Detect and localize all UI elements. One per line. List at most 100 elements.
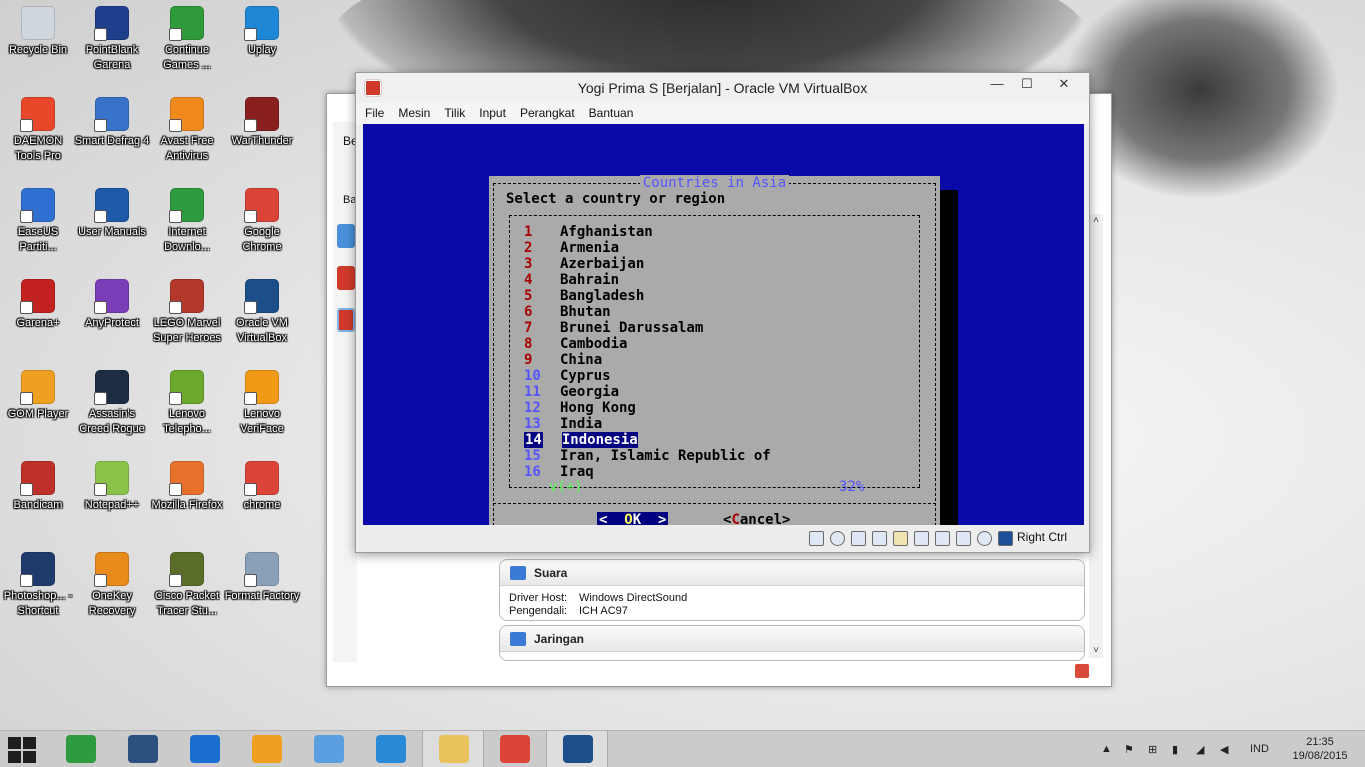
vm-titlebar[interactable]: Yogi Prima S [Berjalan] - Oracle VM Virt…: [356, 73, 1089, 103]
menu-machine[interactable]: Mesin: [391, 103, 437, 124]
country-number: 10: [524, 368, 541, 384]
shortcut-icon: [94, 461, 129, 496]
menu-file[interactable]: File: [356, 103, 391, 124]
shared-folder-icon[interactable]: [893, 531, 908, 546]
video-capture-icon[interactable]: [935, 531, 950, 546]
menu-input[interactable]: Input: [472, 103, 513, 124]
close-button[interactable]: ✕: [1042, 74, 1086, 94]
country-list-item[interactable]: 13 India: [524, 416, 602, 432]
volume-icon[interactable]: ◀: [1220, 743, 1228, 756]
desktop-shortcut[interactable]: Continue Games ...: [149, 6, 225, 73]
taskbar-gom-button[interactable]: [236, 731, 298, 767]
desktop-shortcut[interactable]: Lenovo VeriFace: [224, 370, 300, 437]
vm-display[interactable]: Countries in Asia Select a country or re…: [363, 124, 1084, 525]
maximize-button[interactable]: ☐: [1012, 74, 1042, 94]
audio-panel-header[interactable]: Suara: [500, 560, 1084, 586]
scroll-up-icon[interactable]: ˄: [1089, 214, 1103, 228]
desktop-shortcut[interactable]: Assasin's Creed Rogue: [74, 370, 150, 437]
country-list-item[interactable]: 6 Bhutan: [524, 304, 611, 320]
desktop-shortcut[interactable]: Avast Free Antivirus: [149, 97, 225, 164]
ok-button[interactable]: < OK >: [597, 512, 669, 525]
country-list-item[interactable]: 15 Iran, Islamic Republic of: [524, 448, 771, 464]
country-list-item[interactable]: 1 Afghanistan: [524, 224, 653, 240]
country-list-item[interactable]: 7 Brunei Darussalam: [524, 320, 703, 336]
mouse-integration-icon[interactable]: [977, 531, 992, 546]
action-center-flag-icon[interactable]: ⚑: [1124, 743, 1134, 756]
desktop-shortcut[interactable]: Bandicam: [0, 461, 76, 513]
desktop-shortcut[interactable]: AnyProtect: [74, 279, 150, 331]
country-list-item[interactable]: 9 China: [524, 352, 602, 368]
desktop-shortcut[interactable]: Garena+: [0, 279, 76, 331]
display-icon[interactable]: [914, 531, 929, 546]
desktop-shortcut[interactable]: LEGO Marvel Super Heroes: [149, 279, 225, 346]
usb-icon[interactable]: [872, 531, 887, 546]
desktop-shortcut[interactable]: Photoshop... - Shortcut: [0, 552, 76, 619]
windows-update-icon[interactable]: ⊞: [1148, 743, 1157, 756]
vm-list-item-selected[interactable]: [337, 308, 355, 332]
desktop-shortcut[interactable]: WarThunder: [224, 97, 300, 149]
scroll-down-icon[interactable]: ˅: [1089, 644, 1103, 658]
input-language-indicator[interactable]: IND: [1250, 743, 1269, 755]
desktop-shortcut[interactable]: Smart Defrag 4: [74, 97, 150, 149]
hard-disk-icon[interactable]: [809, 531, 824, 546]
desktop-shortcut[interactable]: chrome: [224, 461, 300, 513]
system-clock[interactable]: 21:35 19/08/2015: [1289, 735, 1351, 763]
vm-list-item[interactable]: [337, 266, 355, 290]
desktop-shortcut[interactable]: Internet Downlo...: [149, 188, 225, 255]
cpu-icon[interactable]: [956, 531, 971, 546]
desktop-shortcut[interactable]: PointBlank Garena: [74, 6, 150, 73]
menu-view[interactable]: Tilik: [437, 103, 472, 124]
taskbar-virtualbox-button[interactable]: [546, 731, 608, 767]
desktop-shortcut[interactable]: Format Factory: [224, 552, 300, 604]
desktop-shortcut[interactable]: Recycle Bin: [0, 6, 76, 58]
taskbar-lenovo-button[interactable]: [112, 731, 174, 767]
windows-start-icon[interactable]: [8, 737, 38, 763]
menu-help[interactable]: Bantuan: [582, 103, 641, 124]
desktop-shortcut[interactable]: Uplay: [224, 6, 300, 58]
shortcut-icon: [169, 552, 204, 587]
taskbar-file-explorer-button[interactable]: [422, 731, 484, 767]
country-list-item[interactable]: 12 Hong Kong: [524, 400, 636, 416]
battery-icon[interactable]: ▮: [1172, 743, 1178, 756]
desktop-shortcut[interactable]: Google Chrome: [224, 188, 300, 255]
country-list-item[interactable]: 5 Bangladesh: [524, 288, 644, 304]
gom-icon: [252, 735, 282, 763]
vm-window[interactable]: Yogi Prima S [Berjalan] - Oracle VM Virt…: [355, 72, 1090, 553]
shortcut-icon: [169, 279, 204, 314]
vm-list-item[interactable]: [337, 224, 355, 248]
desktop-shortcut[interactable]: OneKey Recovery: [74, 552, 150, 619]
desktop-shortcut[interactable]: DAEMON Tools Pro: [0, 97, 76, 164]
country-list-item[interactable]: 3 Azerbaijan: [524, 256, 644, 272]
country-list-item[interactable]: 4 Bahrain: [524, 272, 619, 288]
country-list-item[interactable]: 10 Cyprus: [524, 368, 611, 384]
desktop-shortcut[interactable]: EaseUS Partiti...: [0, 188, 76, 255]
details-scrollbar[interactable]: ˄ ˅: [1089, 214, 1103, 658]
menu-devices[interactable]: Perangkat: [513, 103, 582, 124]
keyboard-capture-icon[interactable]: [998, 531, 1013, 546]
country-list-item[interactable]: 8 Cambodia: [524, 336, 627, 352]
taskbar-game-button[interactable]: [298, 731, 360, 767]
desktop-shortcut[interactable]: Lenovo Telepho...: [149, 370, 225, 437]
taskbar-maxthon-button[interactable]: [174, 731, 236, 767]
desktop-shortcut[interactable]: Notepad++: [74, 461, 150, 513]
desktop-shortcut[interactable]: GOM Player: [0, 370, 76, 422]
optical-drive-icon[interactable]: [830, 531, 845, 546]
network-adapter-icon[interactable]: [851, 531, 866, 546]
minimize-button[interactable]: —: [982, 74, 1012, 94]
taskbar-chrome-button[interactable]: [484, 731, 546, 767]
notification-icon[interactable]: [1075, 664, 1089, 678]
wifi-signal-icon[interactable]: ◢: [1196, 743, 1204, 756]
desktop-shortcut[interactable]: Cisco Packet Tracer Stu...: [149, 552, 225, 619]
network-panel-header[interactable]: Jaringan: [500, 626, 1084, 652]
country-list-item[interactable]: 2 Armenia: [524, 240, 619, 256]
taskbar-store-button[interactable]: [50, 731, 112, 767]
desktop-shortcut[interactable]: Oracle VM VirtualBox: [224, 279, 300, 346]
desktop-shortcut[interactable]: User Manuals: [74, 188, 150, 240]
show-hidden-icons-icon[interactable]: ▲: [1101, 743, 1112, 755]
cancel-button[interactable]: <Cancel>: [723, 512, 790, 525]
taskbar-internet-explorer-button[interactable]: [360, 731, 422, 767]
country-list-item[interactable]: 11 Georgia: [524, 384, 619, 400]
country-list-item[interactable]: 16 Iraq: [524, 464, 594, 480]
country-list-item-selected[interactable]: 14 Indonesia: [524, 432, 638, 448]
desktop-shortcut[interactable]: Mozilla Firefox: [149, 461, 225, 513]
